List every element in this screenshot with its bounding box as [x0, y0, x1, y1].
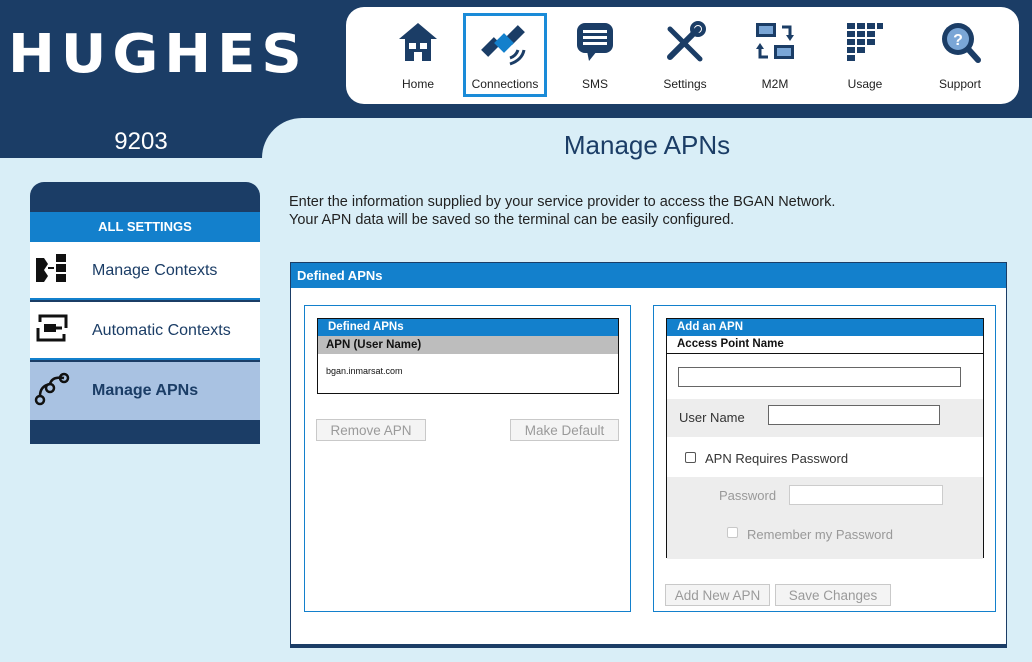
- toolbar-home-button[interactable]: Home: [376, 13, 460, 97]
- apn-icon: [34, 372, 70, 406]
- sidebar-item-label: Manage Contexts: [92, 262, 218, 279]
- toolbar-support-button[interactable]: ? Support: [918, 13, 1002, 97]
- toolbar-settings-button[interactable]: Settings: [643, 13, 727, 97]
- username-input[interactable]: [768, 405, 940, 425]
- m2m-icon: [756, 23, 794, 59]
- access-point-name-label: Access Point Name: [667, 336, 983, 354]
- toolbar-label: Home: [401, 77, 434, 91]
- apn-column-header: APN (User Name): [318, 336, 618, 354]
- toolbar-label: Settings: [663, 77, 707, 91]
- sidebar-item-manage-contexts[interactable]: Manage Contexts: [30, 242, 260, 300]
- add-apn-table: Add an APN Access Point Name User Name A…: [666, 318, 984, 559]
- intro-line: Enter the information supplied by your s…: [289, 194, 836, 210]
- sms-icon: [577, 23, 613, 61]
- hughes-logo: HUGHES: [8, 23, 308, 86]
- password-label: Password: [719, 488, 777, 503]
- password-input[interactable]: [789, 485, 943, 505]
- requires-password-label: APN Requires Password: [705, 451, 849, 466]
- apn-list-row[interactable]: bgan.inmarsat.com: [318, 354, 618, 376]
- toolbar-usage-button[interactable]: Usage: [823, 13, 907, 97]
- requires-password-checkbox[interactable]: [685, 452, 696, 463]
- sidebar-item-label: Manage APNs: [92, 382, 199, 399]
- apn-list-table: Defined APNs APN (User Name) bgan.inmars…: [317, 318, 619, 394]
- toolbar-label: Connections: [471, 77, 539, 91]
- defined-apns-panel: Defined APNs Defined APNs APN (User Name…: [290, 262, 1007, 648]
- automatic-contexts-icon: [36, 314, 68, 342]
- add-apn-box: Add an APN Access Point Name User Name A…: [653, 305, 996, 612]
- toolbar-label: Support: [938, 77, 982, 91]
- add-new-apn-button[interactable]: Add New APN: [665, 584, 770, 606]
- access-point-name-input[interactable]: [678, 367, 961, 387]
- usage-icon: [847, 23, 883, 61]
- intro-text: Enter the information supplied by your s…: [289, 193, 835, 229]
- panel-bottom-border: [290, 644, 1007, 648]
- sidebar-item-automatic-contexts[interactable]: Automatic Contexts: [30, 302, 260, 360]
- toolbar-label: Usage: [847, 77, 883, 91]
- sidebar-item-manage-apns[interactable]: Manage APNs: [30, 362, 260, 420]
- toolbar-connections-button[interactable]: Connections: [463, 13, 547, 97]
- toolbar-m2m-button[interactable]: M2M: [733, 13, 817, 97]
- contexts-icon: [36, 254, 66, 282]
- page-title: Manage APNs: [563, 130, 731, 160]
- apn-list-heading: Defined APNs: [318, 319, 618, 336]
- support-icon: ?: [942, 23, 981, 63]
- intro-line: Your APN data will be saved so the termi…: [289, 212, 735, 228]
- settings-tools-icon: [667, 21, 706, 62]
- sidebar: ALL SETTINGS Manage Contexts Automatic C…: [30, 182, 260, 444]
- password-section: Password Remember my Password: [667, 477, 983, 559]
- toolbar-label: SMS: [581, 77, 608, 91]
- model-number: 9203: [114, 128, 168, 155]
- sidebar-heading: ALL SETTINGS: [30, 212, 260, 242]
- save-changes-button[interactable]: Save Changes: [775, 584, 891, 606]
- title-area: Manage APNs: [262, 118, 1032, 172]
- add-apn-heading: Add an APN: [667, 319, 983, 336]
- main-toolbar: Home Connections SMS Settings M2M Usage …: [346, 7, 1019, 104]
- username-row: User Name: [667, 399, 983, 437]
- username-label: User Name: [679, 410, 745, 425]
- svg-text:?: ?: [953, 32, 963, 49]
- toolbar-sms-button[interactable]: SMS: [553, 13, 637, 97]
- home-icon: [399, 23, 437, 61]
- toolbar-label: M2M: [761, 77, 789, 91]
- remove-apn-button[interactable]: Remove APN: [316, 419, 426, 441]
- panel-heading: Defined APNs: [291, 263, 1006, 289]
- remember-password-label: Remember my Password: [747, 527, 893, 542]
- remember-password-checkbox[interactable]: [727, 527, 738, 538]
- make-default-button[interactable]: Make Default: [510, 419, 619, 441]
- defined-apns-box: Defined APNs APN (User Name) bgan.inmars…: [304, 305, 631, 612]
- sidebar-item-label: Automatic Contexts: [92, 322, 231, 339]
- satellite-icon: [481, 25, 526, 66]
